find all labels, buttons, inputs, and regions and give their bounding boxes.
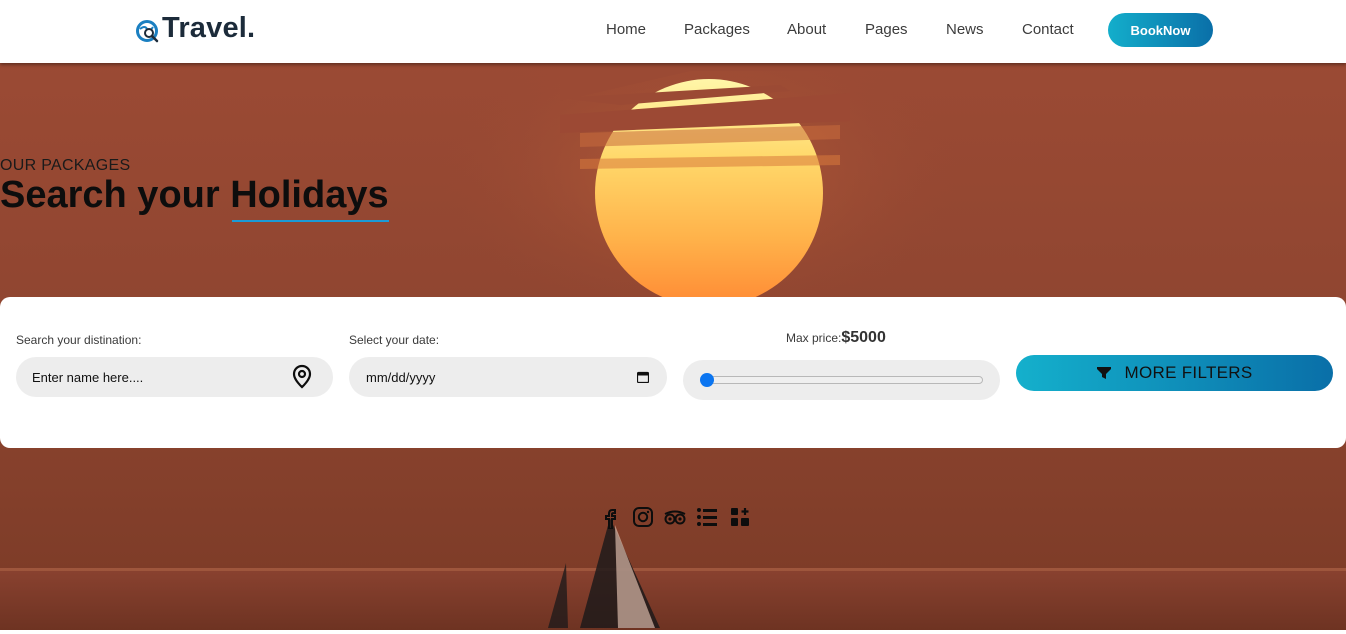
- tripadvisor-icon[interactable]: [663, 506, 687, 528]
- calendar-icon[interactable]: [637, 371, 649, 383]
- destination-label: Search your distination:: [16, 333, 142, 347]
- max-price-label: Max price:$5000: [786, 329, 886, 347]
- max-price-value: $5000: [841, 329, 886, 346]
- nav-about[interactable]: About: [787, 21, 826, 38]
- destination-input[interactable]: [32, 369, 272, 385]
- title-underline: [232, 220, 389, 222]
- hero-title-highlight: Holidays: [230, 174, 389, 222]
- max-price-text: Max price:: [786, 331, 842, 345]
- destination-field[interactable]: [16, 357, 333, 397]
- more-filters-button[interactable]: MORE FILTERS: [1016, 355, 1333, 391]
- slider-thumb[interactable]: [700, 373, 714, 387]
- search-panel: Search your distination: Select your dat…: [0, 297, 1346, 448]
- hero-title-highlight-text: Holidays: [230, 174, 389, 216]
- price-slider[interactable]: [683, 360, 1000, 400]
- nav-home[interactable]: Home: [606, 21, 646, 38]
- instagram-icon[interactable]: [632, 506, 654, 528]
- date-field[interactable]: [349, 357, 667, 397]
- date-label: Select your date:: [349, 333, 440, 347]
- date-input[interactable]: [366, 369, 606, 385]
- nav-packages[interactable]: Packages: [684, 21, 750, 38]
- filter-icon: [1096, 367, 1111, 379]
- more-filters-label: MORE FILTERS: [1124, 363, 1253, 382]
- facebook-icon[interactable]: [600, 507, 620, 529]
- nav-news[interactable]: News: [946, 21, 984, 38]
- hero-subtitle: OUR PACKAGES: [0, 157, 131, 174]
- nav-pages[interactable]: Pages: [865, 21, 908, 38]
- slider-track[interactable]: [707, 376, 983, 384]
- hero-title: Search your Holidays: [0, 174, 389, 222]
- apps-icon[interactable]: [729, 506, 751, 528]
- list-icon[interactable]: [696, 506, 718, 528]
- nav-contact[interactable]: Contact: [1022, 21, 1074, 38]
- location-pin-icon: [292, 364, 312, 389]
- site-header: Travel. Home Packages About Pages News C…: [0, 0, 1346, 63]
- hero-title-text: Search your: [0, 174, 231, 216]
- book-now-button[interactable]: BookNow: [1108, 13, 1213, 47]
